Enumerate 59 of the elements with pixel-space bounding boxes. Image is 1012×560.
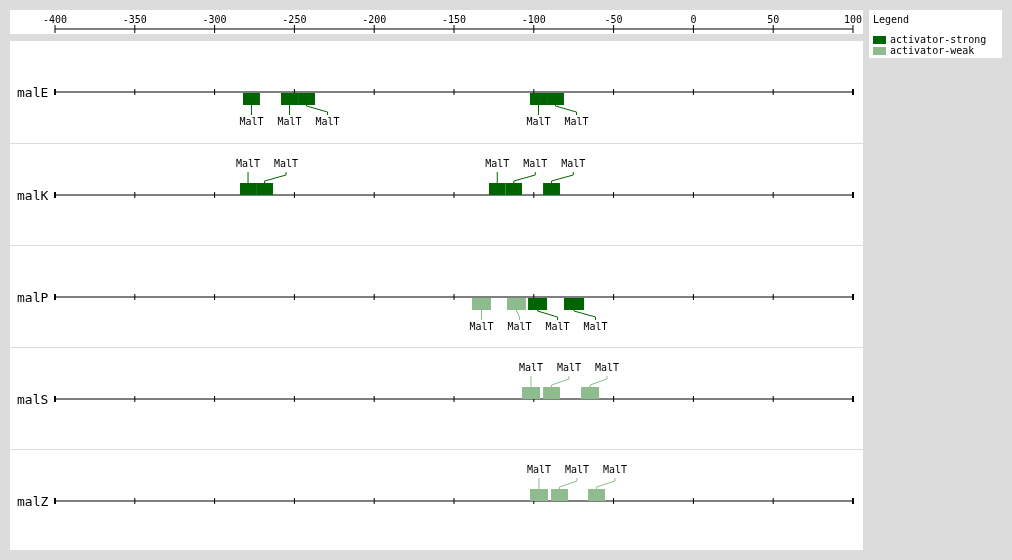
- leader-line: [589, 375, 608, 388]
- leader-line: [306, 103, 329, 116]
- tick-label: -350: [122, 14, 147, 25]
- gene-label: malK: [17, 188, 49, 203]
- leader-line: [551, 171, 574, 184]
- site-label: MalT: [564, 116, 589, 127]
- leader-line: [530, 375, 532, 388]
- site-label: MalT: [485, 158, 510, 169]
- tick-label: -150: [441, 14, 467, 25]
- leader-line: [537, 308, 559, 321]
- tick-label: -100: [521, 14, 546, 25]
- leader-line: [247, 171, 249, 184]
- leader-line: [250, 103, 252, 116]
- tick-label: 0: [690, 14, 697, 25]
- site-label: MalT: [315, 116, 340, 127]
- site-label: MalT: [556, 362, 582, 373]
- site-label: MalT: [545, 321, 570, 332]
- leader-line: [559, 477, 578, 490]
- tick-label: 50: [767, 14, 780, 25]
- leader-line: [551, 375, 570, 388]
- gene-label: malP: [17, 290, 49, 305]
- leader-line: [555, 103, 577, 116]
- site-label: MalT: [236, 158, 261, 169]
- site-label: MalT: [561, 158, 586, 169]
- site-label: MalT: [523, 158, 548, 169]
- site-label: MalT: [594, 362, 620, 373]
- site-label: MalT: [239, 116, 264, 127]
- leader-line: [264, 171, 287, 184]
- leader-line: [538, 103, 539, 116]
- site-label: MalT: [602, 464, 628, 475]
- leader-line: [481, 308, 483, 321]
- site-label: MalT: [518, 362, 544, 373]
- gene-label: malE: [17, 85, 49, 100]
- leader-line: [496, 171, 498, 184]
- legend-label: activator-strong: [890, 34, 987, 45]
- site-label: MalT: [469, 321, 494, 332]
- leader-line: [516, 308, 521, 321]
- tick-label: -50: [604, 14, 623, 25]
- site-label: MalT: [526, 116, 551, 127]
- site-label: MalT: [526, 464, 552, 475]
- leader-line: [596, 477, 616, 490]
- site-label: MalT: [583, 321, 608, 332]
- gene-label: malS: [17, 392, 49, 407]
- legend-title: Legend: [873, 14, 911, 25]
- site-label: MalT: [277, 116, 302, 127]
- site-label: MalT: [274, 158, 299, 169]
- tick-label: -200: [362, 14, 387, 25]
- tick-label: -250: [282, 14, 307, 25]
- site-label: MalT: [564, 464, 590, 475]
- legend-label: activator-weak: [890, 45, 975, 56]
- leader-line: [289, 103, 291, 116]
- tick-label: -400: [42, 14, 68, 25]
- tick-label: -300: [202, 14, 227, 25]
- tick-label: 100: [843, 14, 863, 25]
- leader-line: [538, 477, 540, 490]
- leader-line: [573, 308, 597, 321]
- site-label: MalT: [507, 321, 532, 332]
- gene-label: malZ: [17, 494, 49, 509]
- leader-line: [513, 171, 536, 184]
